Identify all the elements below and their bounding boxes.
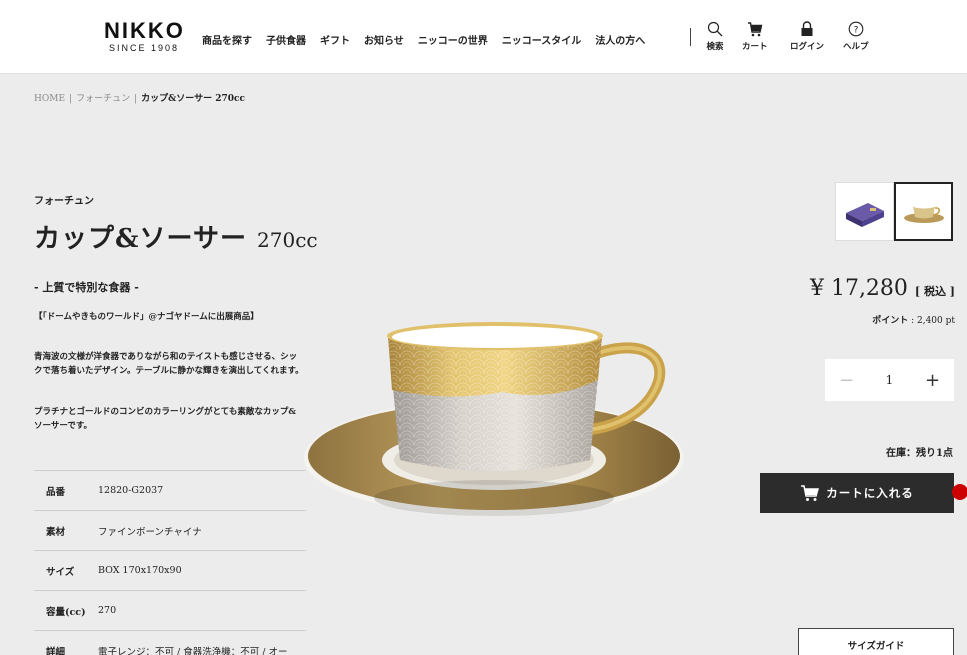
product-tagline: - 上質で特別な食器 - — [34, 281, 139, 294]
nav-news[interactable]: お知らせ — [364, 32, 404, 47]
quantity-stepper: − 1 + — [825, 359, 954, 401]
quantity-increase-button[interactable]: + — [911, 370, 954, 391]
quantity-value[interactable]: 1 — [868, 373, 911, 387]
cart-icon — [746, 21, 764, 37]
nav-gift[interactable]: ギフト — [320, 32, 350, 47]
product-image — [302, 310, 687, 544]
spec-value: ファインボーンチャイナ — [98, 526, 202, 538]
help-icon: ? — [847, 21, 865, 37]
product-desc-color: プラチナとゴールドのコンビのカラーリングがとても素敵なカップ&ソーサーです。 — [34, 407, 296, 431]
spec-row-code: 品番 12820-G2037 — [34, 470, 306, 510]
nav-style[interactable]: ニッコースタイル — [502, 32, 582, 47]
nav-products[interactable]: 商品を探す — [202, 32, 252, 47]
spec-row-capacity: 容量(cc) 270 — [34, 590, 306, 630]
svg-text:?: ? — [853, 26, 858, 36]
breadcrumb-current: カップ&ソーサー 270cc — [141, 94, 245, 104]
spec-row-size: サイズ BOX 170x170x90 — [34, 550, 306, 590]
search-label: 検索 — [706, 42, 724, 52]
logo-wordmark: NIKKO — [104, 18, 185, 43]
breadcrumb-home[interactable]: HOME — [34, 94, 65, 104]
product-desc-design: 青海波の文様が洋食器でありながら和のテイストも感じさせる、シックで落ち着いたデザ… — [34, 352, 304, 376]
points-value: : 2,400 pt — [911, 316, 955, 326]
cart-icon — [801, 485, 820, 501]
quantity-decrease-button[interactable]: − — [825, 370, 868, 391]
nav-divider — [690, 28, 691, 46]
breadcrumb-separator: | — [69, 94, 73, 104]
nikko-logo[interactable]: NIKKO SINCE 1908 — [104, 18, 185, 54]
spec-label: 詳細 — [46, 646, 66, 655]
points-info: ポイント : 2,400 pt — [872, 313, 955, 326]
product-title: カップ&ソーサー 270cc — [34, 218, 318, 255]
cart-link[interactable]: カート — [742, 21, 768, 52]
spec-row-details: 詳細 電子レンジ：不可 / 食器洗浄機：不可 / オー — [34, 630, 306, 655]
nav-kids[interactable]: 子供食器 — [266, 32, 306, 47]
help-link[interactable]: ? ヘルプ — [843, 21, 869, 52]
product-price: ¥ 17,280 [ 税込 ] — [810, 276, 955, 301]
spec-value: 電子レンジ：不可 / 食器洗浄機：不可 / オー — [98, 646, 288, 655]
add-to-cart-button[interactable]: カートに入れる — [760, 473, 954, 513]
logo-tagline: SINCE 1908 — [108, 43, 180, 53]
spec-label: 容量(cc) — [46, 606, 86, 618]
nav-world[interactable]: ニッコーの世界 — [418, 32, 488, 47]
spec-value: 12820-G2037 — [98, 485, 164, 496]
breadcrumb-series[interactable]: フォーチュン — [76, 94, 130, 104]
search-button[interactable]: 検索 — [706, 21, 724, 52]
add-to-cart-label: カートに入れる — [826, 486, 914, 500]
cart-label: カート — [742, 42, 768, 52]
size-guide-button[interactable]: サイズガイド — [798, 628, 954, 655]
breadcrumb: HOME | フォーチュン | カップ&ソーサー 270cc — [34, 91, 245, 104]
thumbnail-box[interactable] — [835, 182, 894, 241]
thumbnail-cup[interactable] — [894, 182, 953, 241]
product-title-capacity: 270cc — [257, 228, 318, 252]
breadcrumb-separator: | — [134, 94, 138, 104]
site-header: NIKKO SINCE 1908 商品を探す 子供食器 ギフト お知らせ ニッコ… — [0, 0, 967, 74]
click-indicator — [952, 484, 967, 500]
lock-icon — [798, 21, 816, 37]
points-label: ポイント — [872, 316, 909, 326]
spec-label: サイズ — [46, 566, 75, 578]
product-series: フォーチュン — [34, 196, 94, 207]
search-icon — [706, 21, 724, 37]
spec-label: 素材 — [46, 526, 66, 538]
spec-row-material: 素材 ファインボーンチャイナ — [34, 510, 306, 550]
price-value: ¥ 17,280 — [809, 276, 908, 301]
spec-value: 270 — [98, 605, 117, 616]
product-desc-exhibit: 【「ドームやきものワールド」@ナゴヤドームに出展商品】 — [34, 312, 259, 322]
stock-status: 在庫：残り1点 — [886, 448, 953, 459]
spec-label: 品番 — [46, 486, 66, 498]
spec-table: 品番 12820-G2037 素材 ファインボーンチャイナ サイズ BOX 17… — [34, 470, 306, 655]
nav-corporate[interactable]: 法人の方へ — [595, 32, 645, 47]
product-title-main: カップ&ソーサー — [34, 224, 247, 254]
tax-label: [ 税込 ] — [914, 285, 955, 298]
login-link[interactable]: ログイン — [790, 21, 824, 52]
size-guide-label: サイズガイド — [847, 641, 905, 652]
main-nav: 商品を探す 子供食器 ギフト お知らせ ニッコーの世界 ニッコースタイル 法人の… — [202, 32, 659, 47]
login-label: ログイン — [790, 42, 825, 52]
help-label: ヘルプ — [843, 42, 869, 52]
spec-value: BOX 170x170x90 — [98, 565, 182, 576]
